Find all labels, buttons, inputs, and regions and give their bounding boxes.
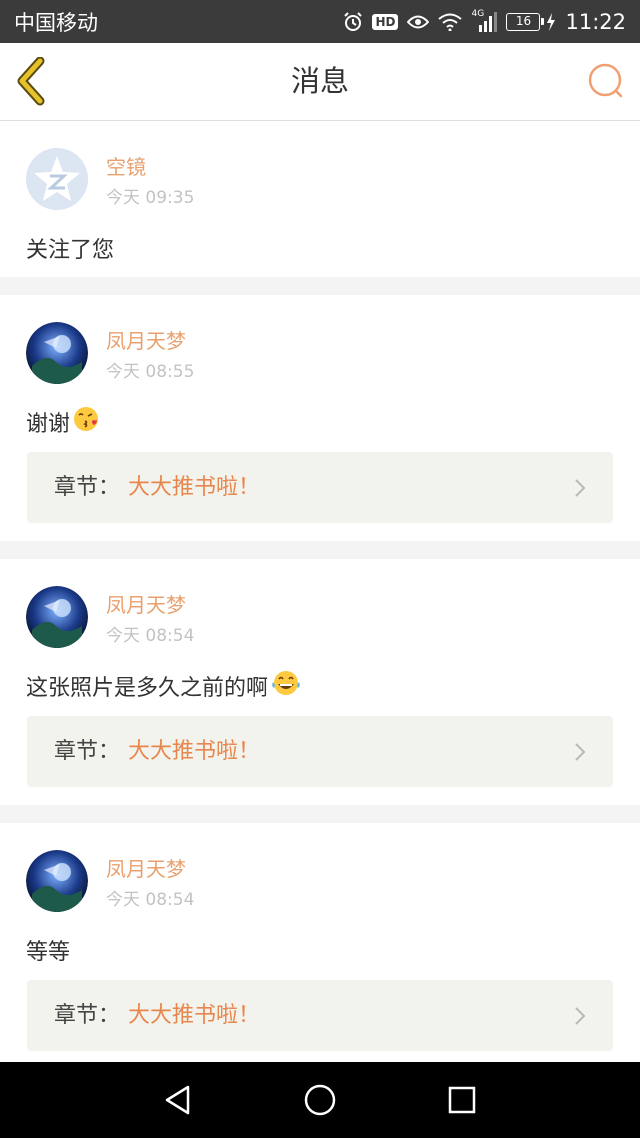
message-text-content: 这张照片是多久之前的啊 <box>26 676 269 701</box>
page-title: 消息 <box>290 64 349 98</box>
wifi-icon <box>438 13 463 31</box>
chevron-right-icon <box>575 1007 586 1025</box>
system-recents-button[interactable] <box>444 1082 480 1118</box>
default-avatar[interactable] <box>26 148 88 210</box>
chevron-right-icon <box>575 743 586 761</box>
clock-time: 11:22 <box>565 9 626 34</box>
message-text-content: 关注了您 <box>26 238 115 263</box>
chapter-link[interactable]: 章节： 大大推书啦！ <box>27 452 613 523</box>
signal-icon: 4G <box>471 9 498 33</box>
username[interactable]: 凤月天梦 <box>106 853 186 882</box>
chevron-right-icon <box>575 479 586 497</box>
search-icon <box>588 63 623 98</box>
status-bar: 中国移动 HD 4G 16 11:22 <box>0 0 640 43</box>
chapter-title: 大大推书啦！ <box>128 1003 261 1028</box>
hd-icon: HD <box>372 13 399 30</box>
message-time: 今天 08:54 <box>106 626 195 646</box>
message-text: 等等 <box>26 934 70 966</box>
carrier-label: 中国移动 <box>14 10 98 35</box>
username[interactable]: 凤月天梦 <box>106 589 186 618</box>
back-triangle-icon <box>165 1085 190 1115</box>
message-card[interactable]: 空镜 今天 09:35 关注了您 <box>0 121 640 277</box>
charging-icon <box>547 12 556 31</box>
chapter-title: 大大推书啦！ <box>128 739 261 764</box>
chapter-label: 章节： <box>54 739 121 764</box>
chapter-title: 大大推书啦！ <box>128 475 261 500</box>
system-nav-bar <box>0 1062 640 1138</box>
message-card[interactable]: 凤月天梦 今天 08:55 谢谢 章节： 大大推书啦！ <box>0 295 640 541</box>
user-avatar[interactable] <box>26 586 88 648</box>
chapter-link[interactable]: 章节： 大大推书啦！ <box>27 980 613 1051</box>
app-header: 消息 <box>0 43 640 121</box>
status-icons: HD 4G 16 11:22 <box>343 9 626 34</box>
eye-icon <box>407 15 430 28</box>
search-button[interactable] <box>586 61 626 101</box>
battery-icon: 16 <box>506 12 545 31</box>
message-text: 关注了您 <box>26 232 114 264</box>
message-time: 今天 08:55 <box>106 362 195 382</box>
system-home-button[interactable] <box>302 1082 338 1118</box>
message-time: 今天 08:54 <box>106 890 195 910</box>
message-card[interactable]: 凤月天梦 今天 08:54 这张照片是多久之前的啊 章节： 大大推书啦！ <box>0 559 640 805</box>
kiss-emoji <box>73 406 99 438</box>
user-avatar[interactable] <box>26 322 88 384</box>
message-card[interactable]: 凤月天梦 今天 08:54 等等 章节： 大大推书啦！ <box>0 823 640 1062</box>
username[interactable]: 空镜 <box>106 151 146 180</box>
message-text-content: 谢谢 <box>26 412 71 437</box>
home-circle-icon <box>304 1084 336 1116</box>
username[interactable]: 凤月天梦 <box>106 325 186 354</box>
message-text-content: 等等 <box>26 940 71 965</box>
system-back-button[interactable] <box>160 1082 196 1118</box>
chapter-link[interactable]: 章节： 大大推书啦！ <box>27 716 613 787</box>
recents-square-icon <box>448 1086 476 1114</box>
user-avatar[interactable] <box>26 850 88 912</box>
laughing-tears-emoji <box>271 670 301 702</box>
chapter-label: 章节： <box>54 475 121 500</box>
chapter-label: 章节： <box>54 1003 121 1028</box>
message-text: 这张照片是多久之前的啊 <box>26 670 301 702</box>
message-text: 谢谢 <box>26 406 99 438</box>
message-time: 今天 09:35 <box>106 188 195 208</box>
alarm-icon <box>344 11 363 31</box>
